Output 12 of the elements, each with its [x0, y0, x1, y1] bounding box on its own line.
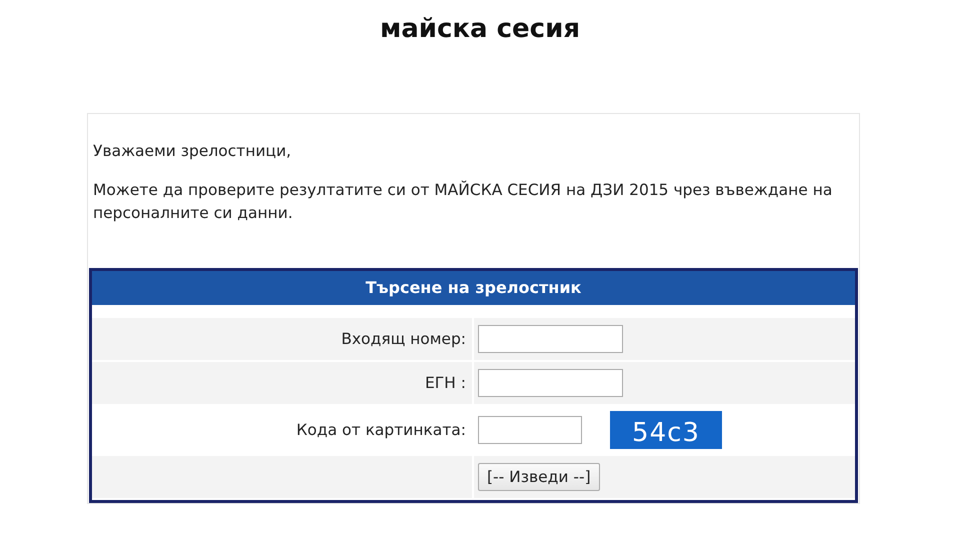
greeting-text: Уважаеми зрелостници, [93, 141, 292, 162]
field-label: Кода от картинката: [296, 421, 466, 439]
input-field[interactable] [478, 325, 623, 353]
captcha-image: 54c3 [610, 411, 722, 449]
captcha-field[interactable] [478, 416, 582, 444]
form-title: Търсене на зрелостник [92, 271, 855, 305]
intro-text: Можете да проверите резултатите си от МАЙСКА СЕСИЯ на ДЗИ 2015 чрез въвеждане на персоналните си данни. [93, 180, 834, 224]
submit-button[interactable]: [-- Изведи --] [478, 463, 600, 491]
field-label: ЕГН : [424, 374, 466, 392]
input-field[interactable] [478, 369, 623, 397]
field-label: Входящ номер: [341, 330, 466, 348]
page-subtitle: майска сесия [380, 13, 580, 45]
